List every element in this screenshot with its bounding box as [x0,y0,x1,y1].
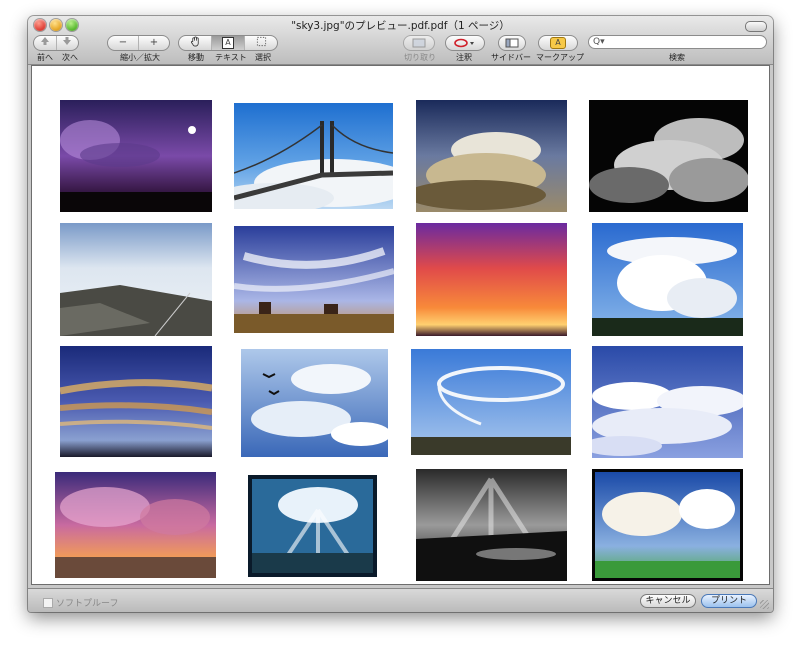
softproof-label: ソフトプルーフ [56,599,119,609]
photo-pink-storm-desert [55,472,216,578]
next-label: 次へ [62,53,78,62]
photo-sunrays-blue-frame [248,475,377,577]
select-tool-button[interactable] [244,36,277,50]
sidebar-icon [505,38,519,48]
photo-birds-in-clouds [241,349,388,457]
photo-ring-cloud [411,349,571,455]
tool-segment: A [178,35,278,51]
photo-red-sunset [416,223,567,336]
photo-clouds-green-field [592,469,743,581]
photo-above-clouds-rocks [60,223,212,336]
crop-button[interactable] [403,35,435,51]
photo-golden-gate-fog [234,103,393,209]
move-tool-button[interactable] [179,36,211,50]
photo-bw-sunrays-coast [416,469,567,581]
window-title: "sky3.jpg"のプレビュー.pdf.pdf（1 ページ） [291,20,510,32]
toolbar: "sky3.jpg"のプレビュー.pdf.pdf（1 ページ） 前へ 次へ − … [28,16,773,65]
photo-sea-of-clouds [592,346,743,458]
cancel-button[interactable]: キャンセル [640,594,696,608]
document-view[interactable] [31,65,770,585]
prev-label: 前へ [37,53,53,62]
print-button[interactable]: プリント [701,594,757,608]
sidebar-label: サイドバー [491,53,531,62]
select-label: 選択 [255,53,271,62]
photo-storm-cloud-sunlit [416,100,567,212]
annotate-label: 注釈 [456,53,472,62]
selection-icon [256,36,266,47]
zoom-segment: − + [107,35,170,51]
markup-icon: A [550,37,566,49]
markup-button[interactable]: A [538,35,578,51]
annotate-button[interactable] [445,35,485,51]
search-label: 検索 [669,53,685,62]
photo-golden-streak-sky [60,346,212,457]
text-tool-button[interactable]: A [211,36,244,50]
crop-icon [412,38,426,48]
zoom-in-button[interactable]: + [138,36,169,50]
up-arrow-icon [40,37,49,45]
zoom-label: 縮小／拡大 [120,53,160,62]
toolbar-toggle-button[interactable] [745,21,767,32]
move-label: 移動 [188,53,204,62]
photo-cumulonimbus-tower [592,223,743,336]
crop-label: 切り取り [404,53,436,62]
prev-page-button[interactable] [34,36,56,50]
sidebar-button[interactable] [498,35,526,51]
zoom-out-button[interactable]: − [108,36,138,50]
text-tool-icon: A [222,37,234,49]
text-label: テキスト [215,53,247,62]
resize-grip[interactable] [760,600,769,609]
preview-window: "sky3.jpg"のプレビュー.pdf.pdf（1 ページ） 前へ 次へ − … [28,16,773,612]
photo-night-storm-moon [60,100,212,212]
next-page-button[interactable] [55,36,79,50]
photo-bw-cumulus [589,100,748,212]
hand-icon [190,36,199,47]
search-input[interactable]: Q▾ [588,35,767,49]
markup-label: マークアップ [536,53,584,62]
prev-next-segment [33,35,79,51]
down-arrow-icon [63,37,72,45]
photo-monument-valley-sky [234,226,394,333]
softproof-checkbox[interactable] [43,598,53,608]
status-bar: ソフトプルーフ キャンセル プリント [28,588,773,612]
oval-annotation-icon [454,38,474,48]
